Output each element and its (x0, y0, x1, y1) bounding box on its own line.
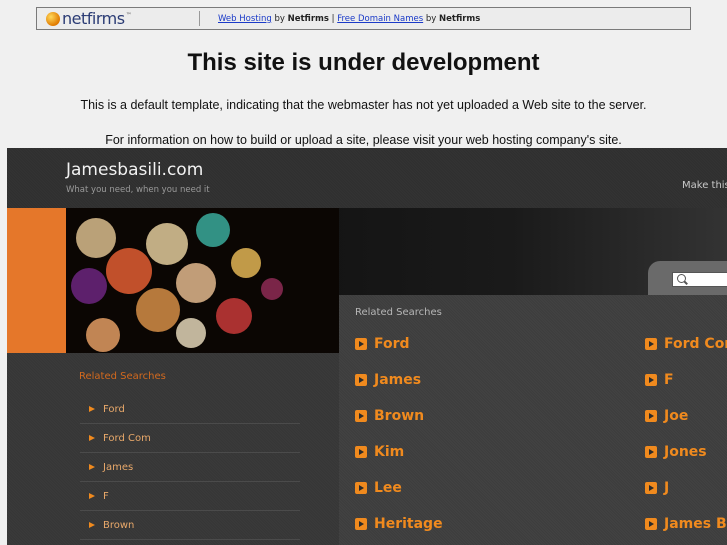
result-link[interactable]: F (645, 370, 674, 390)
site-name[interactable]: Jamesbasili.com (66, 160, 203, 180)
netfirms-logo[interactable]: netfirms ™ (37, 8, 177, 29)
related-searches-panel: Related Searches Ford James Brown Kim Le… (339, 295, 727, 545)
arrow-icon (645, 338, 657, 350)
result-link[interactable]: Ford (355, 334, 410, 354)
panel-title: Related Searches (355, 307, 442, 318)
arrow-icon (645, 374, 657, 386)
arrow-icon (355, 374, 367, 386)
netfirms-banner: netfirms ™ Web Hosting by Netfirms | Fre… (36, 7, 691, 30)
result-link[interactable]: Ford Com (645, 334, 727, 354)
make-homepage-link[interactable]: Make this (682, 180, 727, 191)
arrow-icon (89, 435, 95, 441)
result-link[interactable]: J (645, 478, 669, 498)
notice-line-2: For information on how to build or uploa… (105, 133, 622, 147)
banner-links: Web Hosting by Netfirms | Free Domain Na… (218, 13, 481, 24)
sidebar: Related Searches Ford Ford Com James F B… (7, 353, 339, 545)
arrow-icon (89, 522, 95, 528)
parked-header: Jamesbasili.com What you need, when you … (7, 148, 727, 208)
result-link[interactable]: Kim (355, 442, 404, 462)
sidebar-item-f[interactable]: F (80, 482, 300, 511)
netfirms-logo-text: netfirms (62, 9, 125, 28)
result-link[interactable]: Heritage (355, 514, 443, 534)
notice-line-1: This is a default template, indicating t… (80, 98, 647, 112)
search-icon (677, 274, 686, 283)
free-domain-names-link[interactable]: Free Domain Names (337, 14, 423, 24)
bokeh-image (66, 208, 339, 353)
arrow-icon (89, 406, 95, 412)
arrow-icon (355, 410, 367, 422)
arrow-icon (645, 410, 657, 422)
sidebar-title: Related Searches (79, 371, 166, 382)
arrow-icon (645, 482, 657, 494)
result-link[interactable]: James (355, 370, 421, 390)
arrow-icon (89, 493, 95, 499)
result-link[interactable]: Jones (645, 442, 707, 462)
arrow-icon (89, 464, 95, 470)
sidebar-item-james[interactable]: James (80, 453, 300, 482)
web-hosting-link[interactable]: Web Hosting (218, 14, 272, 24)
arrow-icon (355, 446, 367, 458)
page-title: This site is under development (187, 49, 540, 76)
arrow-icon (645, 446, 657, 458)
parked-page: Jamesbasili.com What you need, when you … (7, 148, 727, 545)
result-link[interactable]: Brown (355, 406, 424, 426)
globe-icon (46, 11, 60, 26)
site-tagline: What you need, when you need it (66, 185, 210, 195)
arrow-icon (355, 518, 367, 530)
orange-strip (7, 208, 66, 353)
result-link[interactable]: James Br (645, 514, 727, 534)
arrow-icon (355, 338, 367, 350)
result-link[interactable]: Joe (645, 406, 688, 426)
sidebar-item-brown[interactable]: Brown (80, 511, 300, 540)
arrow-icon (645, 518, 657, 530)
sidebar-item-ford[interactable]: Ford (80, 395, 300, 424)
sidebar-item-ford-com[interactable]: Ford Com (80, 424, 300, 453)
banner-divider (199, 11, 200, 26)
arrow-icon (355, 482, 367, 494)
result-link[interactable]: Lee (355, 478, 402, 498)
